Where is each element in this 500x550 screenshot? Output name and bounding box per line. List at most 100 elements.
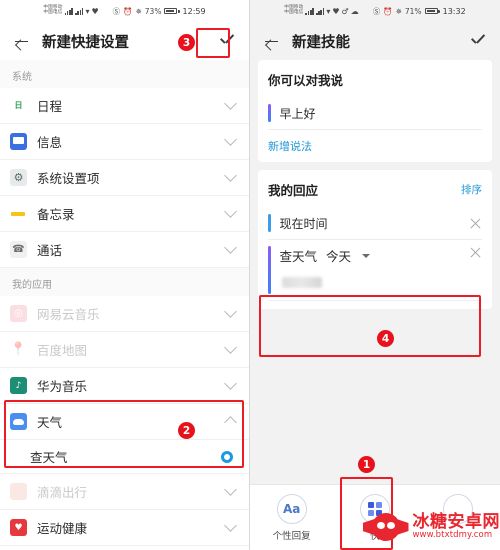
confirm-check-icon[interactable] [468,31,488,51]
carrier-line-2: 中国电信 [284,10,304,15]
mute-icon: Ⓢ [112,6,121,16]
list-item-label: 运动健康 [37,521,88,536]
weather-option-select[interactable]: 今天 [326,246,351,265]
list-item-label: 滴滴出行 [37,485,88,500]
say-entry[interactable]: 早上好 [268,97,482,130]
watermark-text: 冰糖安卓网 www.btxtdmy.com [412,511,500,541]
netease-music-icon: ◎ [10,305,27,322]
chevron-down-icon [224,205,237,218]
signal-bars-icon [64,7,74,15]
right-app-bar: 新建技能 [250,22,500,60]
left-status-bar: 中国移动 中国电信 ▾ ♥ Ⓢ ⏰ ✵ 73% 12:59 [0,0,249,22]
watermark-url: www.btxtdmy.com [412,530,493,541]
chevron-down-icon [224,133,237,146]
watermark-site-name: 冰糖安卓网 [412,511,500,532]
response-entry-weather[interactable]: 查天气 今天 [268,240,482,301]
phone-icon: ☎ [10,241,27,258]
wifi-icon: ▾ [85,6,90,16]
list-item-baidu-map[interactable]: 📍 百度地图 [0,332,249,368]
cloud-icon: ☁ [350,6,359,16]
sort-link[interactable]: 排序 [461,182,482,197]
left-status-right: Ⓢ ⏰ ✵ 73% 12:59 [113,6,206,17]
card-title: 你可以对我说 [268,73,344,88]
signal-bars-icon [305,7,314,15]
list-item-label: 系统设置项 [37,171,100,186]
badge-4: 4 [377,330,394,347]
chevron-down-icon [224,305,237,318]
toolbar-item-personal-reply[interactable]: Aa 个性回复 [250,494,333,542]
weather-entry-body: 查天气 今天 [280,246,470,294]
right-content: 你可以对我说 早上好 新增说法 我的回应 排序 现在时间 查天气 今天 [250,60,500,309]
list-item-label: 百度地图 [37,343,88,358]
back-arrow-icon[interactable] [12,32,30,50]
response-entry-text: 现在时间 [279,216,328,231]
list-item-huawei-music[interactable]: ♪ 华为音乐 [0,368,249,404]
left-list-scroll[interactable]: 系统 日 日程 信息 ⚙ 系统设置项 备忘录 ☎ 通话 我的应用 ◎ 网易云音乐… [0,60,249,550]
gear-icon: ⚙ [10,169,27,186]
list-item-label: 通话 [37,243,63,258]
list-item-call[interactable]: ☎ 通话 [0,232,249,268]
list-item-label: 备忘录 [37,207,75,222]
group-header-my-apps: 我的应用 [0,268,249,296]
card-header: 我的回应 排序 [268,180,482,199]
sub-list-item-check-weather[interactable]: 查天气 [0,440,249,474]
list-item-netease-music[interactable]: ◎ 网易云音乐 [0,296,249,332]
remove-icon[interactable] [469,246,482,259]
radio-selected-icon[interactable] [221,450,233,463]
chevron-down-icon [224,241,237,254]
list-item-health[interactable]: ♥ 运动健康 [0,510,249,546]
candy-logo-icon [362,510,409,544]
note-icon [10,205,27,222]
list-item-label: 日程 [37,99,63,114]
confirm-check-icon[interactable] [217,31,237,51]
huawei-music-icon: ♪ [10,377,27,394]
signal-bars-2-icon [315,7,325,15]
chevron-down-icon [224,341,237,354]
person-icon: ♂ [341,6,349,16]
left-phone-screen: 中国移动 中国电信 ▾ ♥ Ⓢ ⏰ ✵ 73% 12:59 新建快捷设置 系统 … [0,0,250,550]
left-status-left: 中国移动 中国电信 ▾ ♥ [43,5,99,16]
wifi-icon: ▾ [326,6,331,16]
list-item-label: 信息 [37,135,63,150]
list-item-qq-music[interactable]: QQ音乐 [0,546,249,550]
carrier-line-2: 中国电信 [43,10,63,15]
list-item-label: 网易云音乐 [37,307,100,322]
message-icon [10,133,27,150]
list-item-system-settings[interactable]: ⚙ 系统设置项 [0,160,249,196]
back-arrow-icon[interactable] [262,32,280,50]
list-item-label: 天气 [37,415,63,430]
list-item-weather[interactable]: 天气 [0,404,249,440]
status-clock: 13:32 [442,6,466,16]
right-status-left: 中国移动 中国电信 ▾ ♥ ♂ ☁ [284,5,359,16]
left-app-bar: 新建快捷设置 [0,22,249,60]
chevron-down-icon[interactable] [362,253,371,258]
bluetooth-icon: ✵ [135,6,142,16]
card-header: 你可以对我说 [268,70,482,89]
alarm-icon: ⏰ [383,6,393,16]
text-aa-icon: Aa [276,494,307,524]
response-entry-time[interactable]: 现在时间 [268,207,482,240]
card-my-response: 我的回应 排序 现在时间 查天气 今天 [258,170,492,309]
battery-percent: 73% [144,6,162,16]
chevron-up-icon [224,416,237,429]
heart-icon: ♥ [332,6,340,16]
list-item-memo[interactable]: 备忘录 [0,196,249,232]
list-item-didi[interactable]: 滴滴出行 [0,474,249,510]
site-watermark: 冰糖安卓网 www.btxtdmy.com [362,510,500,544]
accent-bar [268,214,271,232]
add-phrase-link[interactable]: 新增说法 [268,138,312,154]
weather-entry-top: 查天气 今天 [280,246,470,265]
baidu-map-icon: 📍 [10,342,27,357]
chevron-down-icon [224,377,237,390]
heart-icon: ♥ [91,6,99,16]
list-item-messages[interactable]: 信息 [0,124,249,160]
carrier-labels: 中国移动 中国电信 [43,5,63,16]
list-item-calendar[interactable]: 日 日程 [0,88,249,124]
group-header-system: 系统 [0,60,249,88]
accent-bar [268,246,271,294]
remove-icon[interactable] [469,217,482,230]
status-clock: 12:59 [182,6,206,16]
chevron-down-icon [224,483,237,496]
blurred-field [281,277,322,288]
toolbar-label: 个性回复 [272,531,311,542]
